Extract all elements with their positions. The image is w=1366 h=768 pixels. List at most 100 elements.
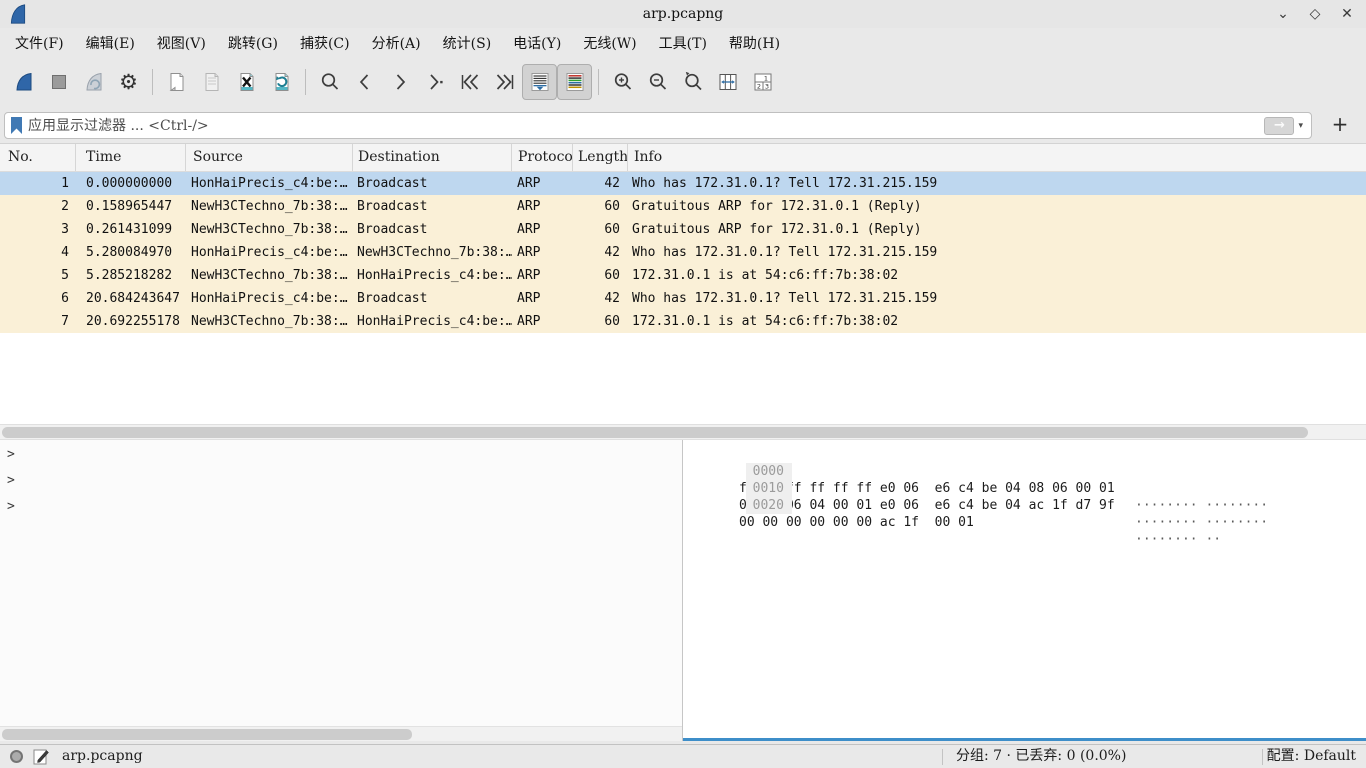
cell-time: 0.158965447 — [76, 195, 186, 218]
go-last-packet-button[interactable] — [487, 64, 522, 100]
expand-arrow-icon[interactable]: > — [7, 469, 15, 492]
packet-row-4[interactable]: 4 5.280084970 HonHaiPrecis_c4:be:… NewH3… — [0, 241, 1366, 264]
cell-protocol: ARP — [512, 241, 573, 264]
menu-wireless[interactable]: 无线(W) — [572, 30, 647, 56]
window-controls: ⌄ ◇ ✕ — [1272, 0, 1358, 28]
restart-capture-button[interactable] — [76, 64, 111, 100]
packet-row-5[interactable]: 5 5.285218282 NewH3CTechno_7b:38:… HonHa… — [0, 264, 1366, 287]
display-filter-input[interactable] — [28, 114, 1264, 137]
detail-ethernet-row[interactable]: >Ethernet II, Src: HonHaiPrecis_c4:be:04… — [0, 469, 682, 492]
packet-list-hscrollbar[interactable] — [0, 424, 1366, 440]
status-divider — [942, 749, 943, 765]
chevron-right-icon — [388, 70, 412, 94]
wireshark-window: arp.pcapng ⌄ ◇ ✕ 文件(F) 编辑(E) 视图(V) 跳转(G)… — [0, 0, 1366, 768]
cell-source: HonHaiPrecis_c4:be:… — [186, 287, 353, 310]
hex-row[interactable]: 0010 08 00 06 04 00 01 e0 06 e6 c4 be 04… — [683, 463, 1366, 480]
cell-source: NewH3CTechno_7b:38:… — [186, 310, 353, 333]
scrollbar-thumb[interactable] — [2, 729, 412, 740]
zoom-reset-icon — [681, 70, 705, 94]
colorize-packets-button[interactable] — [557, 64, 592, 100]
cell-no: 4 — [0, 241, 76, 264]
start-capture-button[interactable] — [6, 64, 41, 100]
menu-edit[interactable]: 编辑(E) — [75, 30, 146, 56]
menu-tools[interactable]: 工具(T) — [648, 30, 718, 56]
resize-columns-icon — [716, 70, 740, 94]
packet-row-7[interactable]: 7 20.692255178 NewH3CTechno_7b:38:… HonH… — [0, 310, 1366, 333]
column-header-time[interactable]: Time — [76, 144, 186, 171]
column-header-length[interactable]: Length — [573, 144, 628, 171]
hex-offset: 0020 — [746, 497, 792, 514]
save-file-icon — [200, 70, 224, 94]
cell-info: Gratuitous ARP for 172.31.0.1 (Reply) — [628, 218, 1366, 241]
hex-row[interactable]: 0000 ff ff ff ff ff ff e0 06 e6 c4 be 04… — [683, 446, 1366, 463]
go-forward-button[interactable] — [382, 64, 417, 100]
auto-scroll-icon — [528, 70, 552, 94]
close-file-button[interactable] — [229, 64, 264, 100]
expand-arrow-icon[interactable]: > — [7, 495, 15, 518]
cell-time: 5.280084970 — [76, 241, 186, 264]
column-header-info[interactable]: Info — [628, 144, 1366, 171]
go-back-button[interactable] — [347, 64, 382, 100]
menu-help[interactable]: 帮助(H) — [718, 30, 791, 56]
svg-text:2: 2 — [756, 83, 760, 91]
cell-time: 0.000000000 — [76, 172, 186, 195]
pane-layout-icon: 123 — [751, 70, 775, 94]
main-toolbar: ⚙ — [0, 58, 1366, 106]
capture-comment-icon[interactable] — [33, 748, 50, 765]
expert-info-icon[interactable] — [10, 750, 23, 763]
cell-destination: Broadcast — [353, 287, 512, 310]
minimize-button[interactable]: ⌄ — [1272, 3, 1294, 25]
auto-scroll-button[interactable] — [522, 64, 557, 100]
menu-view[interactable]: 视图(V) — [146, 30, 217, 56]
zoom-in-button[interactable] — [605, 64, 640, 100]
go-first-packet-button[interactable] — [452, 64, 487, 100]
filter-dropdown-caret-icon[interactable]: ▾ — [1298, 121, 1303, 131]
svg-text:1: 1 — [763, 74, 767, 82]
open-file-button[interactable] — [159, 64, 194, 100]
cell-info: Who has 172.31.0.1? Tell 172.31.215.159 — [628, 287, 1366, 310]
cell-protocol: ARP — [512, 310, 573, 333]
save-file-button[interactable] — [194, 64, 229, 100]
find-packet-button[interactable] — [312, 64, 347, 100]
add-filter-button[interactable]: + — [1328, 111, 1352, 137]
resize-columns-button[interactable] — [710, 64, 745, 100]
cell-info: Gratuitous ARP for 172.31.0.1 (Reply) — [628, 195, 1366, 218]
cell-protocol: ARP — [512, 195, 573, 218]
menu-go[interactable]: 跳转(G) — [217, 30, 289, 56]
zoom-normal-button[interactable] — [675, 64, 710, 100]
bookmark-icon[interactable] — [11, 117, 22, 134]
menu-file[interactable]: 文件(F) — [4, 30, 75, 56]
packet-row-1[interactable]: 1 0.000000000 HonHaiPrecis_c4:be:… Broad… — [0, 172, 1366, 195]
hex-row[interactable]: 0020 00 00 00 00 00 00 ac 1f 00 01 ·····… — [683, 480, 1366, 497]
menu-analyze[interactable]: 分析(A) — [361, 30, 432, 56]
layout-panes-button[interactable]: 123 — [745, 64, 780, 100]
hex-bytes: 08 00 06 04 00 01 e0 06 e6 c4 be 04 ac 1… — [739, 497, 1115, 514]
packet-row-6[interactable]: 6 20.684243647 HonHaiPrecis_c4:be:… Broa… — [0, 287, 1366, 310]
column-header-no[interactable]: No. — [0, 144, 76, 171]
stop-capture-button[interactable] — [41, 64, 76, 100]
column-header-source[interactable]: Source — [186, 144, 353, 171]
menu-telephony[interactable]: 电话(Y) — [502, 30, 572, 56]
maximize-button[interactable]: ◇ — [1304, 3, 1326, 25]
cell-source: NewH3CTechno_7b:38:… — [186, 264, 353, 287]
expand-arrow-icon[interactable]: > — [7, 443, 15, 466]
zoom-out-button[interactable] — [640, 64, 675, 100]
packet-row-2[interactable]: 2 0.158965447 NewH3CTechno_7b:38:… Broad… — [0, 195, 1366, 218]
search-icon — [318, 70, 342, 94]
reload-file-button[interactable] — [264, 64, 299, 100]
scrollbar-thumb[interactable] — [2, 427, 1308, 438]
status-profile[interactable]: 配置: Default — [1267, 745, 1356, 768]
detail-frame-row[interactable]: >Frame 1: 42 bytes on wire (336 bits), 4… — [0, 443, 682, 466]
column-header-protocol[interactable]: Protocol — [512, 144, 573, 171]
apply-filter-button[interactable]: → — [1264, 117, 1294, 135]
detail-arp-row[interactable]: >Address Resolution Protocol (request) — [0, 495, 682, 518]
cell-source: HonHaiPrecis_c4:be:… — [186, 172, 353, 195]
column-header-destination[interactable]: Destination — [353, 144, 512, 171]
menu-statistics[interactable]: 统计(S) — [432, 30, 503, 56]
close-button[interactable]: ✕ — [1336, 3, 1358, 25]
packet-row-3[interactable]: 3 0.261431099 NewH3CTechno_7b:38:… Broad… — [0, 218, 1366, 241]
menu-capture[interactable]: 捕获(C) — [289, 30, 361, 56]
capture-options-button[interactable]: ⚙ — [111, 64, 146, 100]
go-to-packet-button[interactable] — [417, 64, 452, 100]
details-hscrollbar[interactable] — [0, 726, 682, 741]
